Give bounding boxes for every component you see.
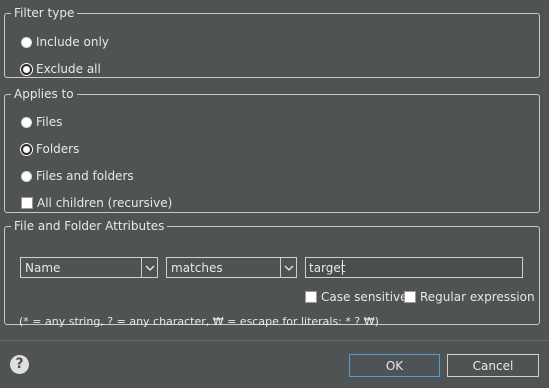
filter-type-group: Filter type Include only Exclude all (4, 6, 540, 78)
checkbox-recursive-label: All children (recursive) (37, 196, 173, 210)
radio-folders[interactable]: Folders (21, 141, 79, 157)
chevron-down-icon[interactable] (280, 258, 296, 277)
checkbox-box[interactable] (305, 291, 317, 303)
value-input[interactable] (305, 257, 523, 278)
checkbox-box[interactable] (21, 197, 33, 209)
applies-to-group: Applies to Files Folders Files and folde… (4, 87, 540, 213)
help-icon[interactable]: ? (10, 355, 29, 374)
checkbox-case-sensitive[interactable]: Case sensitive (305, 289, 408, 305)
radio-files-and-folders-label: Files and folders (36, 169, 134, 183)
radio-include-only-label: Include only (36, 35, 109, 49)
radio-folders-label: Folders (36, 142, 80, 156)
checkbox-box[interactable] (404, 291, 416, 303)
radio-files[interactable]: Files (21, 114, 62, 130)
attributes-group: File and Folder Attributes Name matches … (4, 219, 540, 328)
resource-filter-dialog: Filter type Include only Exclude all App… (0, 0, 549, 388)
checkbox-regular-expression[interactable]: Regular expression (404, 289, 535, 305)
radio-indicator[interactable] (21, 36, 32, 48)
checkbox-case-sensitive-label: Case sensitive (321, 290, 408, 304)
radio-include-only[interactable]: Include only (21, 34, 109, 50)
radio-indicator-checked[interactable] (21, 63, 32, 75)
radio-files-and-folders[interactable]: Files and folders (21, 168, 134, 184)
text-caret (342, 260, 343, 275)
radio-exclude-all[interactable]: Exclude all (21, 61, 101, 77)
footer-divider (0, 340, 549, 341)
operator-select[interactable]: matches (166, 257, 297, 278)
chevron-down-icon[interactable] (141, 258, 157, 277)
operator-select-value: matches (171, 260, 223, 275)
radio-indicator[interactable] (21, 170, 32, 182)
ok-button[interactable]: OK (349, 354, 440, 377)
cancel-button[interactable]: Cancel (447, 354, 539, 377)
attribute-select[interactable]: Name (20, 257, 158, 278)
radio-indicator-checked[interactable] (21, 143, 32, 155)
radio-exclude-all-label: Exclude all (36, 62, 101, 76)
attribute-select-value: Name (25, 260, 61, 275)
applies-to-legend: Applies to (14, 87, 74, 101)
wildcard-hint: (* = any string, ? = any character, ₩ = … (19, 315, 379, 328)
radio-files-label: Files (36, 115, 63, 129)
radio-indicator[interactable] (21, 116, 32, 128)
checkbox-regular-expression-label: Regular expression (420, 290, 535, 304)
filter-type-legend: Filter type (14, 6, 75, 20)
checkbox-recursive[interactable]: All children (recursive) (21, 195, 172, 211)
attributes-legend: File and Folder Attributes (14, 219, 165, 233)
